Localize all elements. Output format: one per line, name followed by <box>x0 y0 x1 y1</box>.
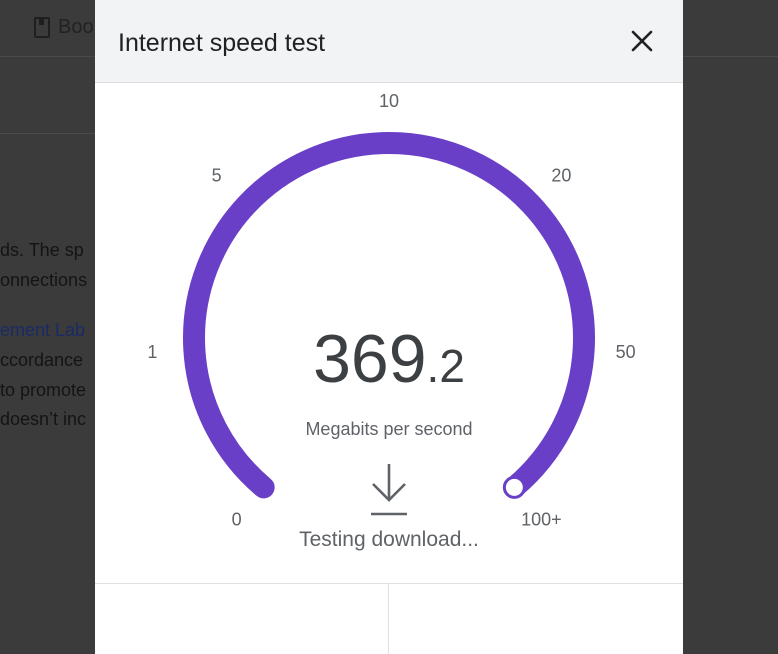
download-arrow-icon <box>371 464 407 516</box>
close-button[interactable] <box>625 24 659 58</box>
gauge-scale-label: 20 <box>551 165 571 185</box>
bookmark-label: Boo <box>58 16 94 38</box>
gauge-end-knob <box>502 475 526 499</box>
speed-unit: Megabits per second <box>305 419 473 439</box>
speed-value-integer: 369 <box>313 321 427 397</box>
background-text-line: onnections <box>0 270 88 290</box>
dialog-header: Internet speed test <box>95 0 683 83</box>
background-text-line: ccordance <box>0 350 84 370</box>
gauge-scale-label: 0 <box>232 510 242 530</box>
close-icon <box>631 30 653 52</box>
background-text-line: ds. The sp <box>0 240 84 260</box>
background-text-line: doesn’t inc <box>0 409 87 429</box>
speed-value: 369.2 <box>95 320 683 398</box>
background-link: ement Lab <box>0 320 86 340</box>
footer-column-divider <box>388 584 389 654</box>
dialog-title: Internet speed test <box>118 29 326 57</box>
speed-test-dialog: Internet speed test 0 1 5 10 20 50 100+ 369.2 … <box>95 0 683 654</box>
background-bookmark: Boo <box>34 16 94 39</box>
footer-divider <box>95 583 683 584</box>
speed-value-decimal: .2 <box>426 340 465 392</box>
status-text: Testing download... <box>299 528 479 551</box>
background-text-line: to promote <box>0 380 87 400</box>
background-divider <box>0 133 100 134</box>
gauge-scale-label: 5 <box>212 165 222 185</box>
gauge-scale-label: 10 <box>379 91 399 111</box>
gauge-scale-label: 100+ <box>521 510 562 530</box>
bookmark-icon <box>34 17 50 38</box>
